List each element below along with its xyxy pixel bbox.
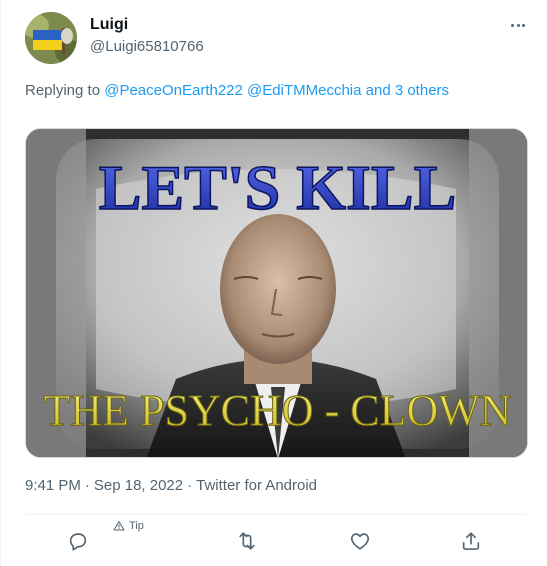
retweet-button[interactable] bbox=[232, 526, 262, 556]
share-button[interactable] bbox=[456, 526, 486, 556]
image-canvas: LET'S KILL THE PSYCHO - CLOWN bbox=[26, 129, 527, 457]
tweet-source[interactable]: Twitter for Android bbox=[196, 477, 317, 494]
more-dot bbox=[516, 23, 520, 27]
tweet-image[interactable]: LET'S KILL THE PSYCHO - CLOWN bbox=[25, 128, 528, 458]
reply-icon bbox=[69, 533, 87, 551]
heart-icon bbox=[350, 533, 370, 550]
user-handle[interactable]: @Luigi65810766 bbox=[90, 37, 204, 57]
more-dot bbox=[521, 23, 525, 27]
tweet-time[interactable]: 9:41 PM bbox=[25, 477, 81, 494]
author-names: Luigi @Luigi65810766 bbox=[90, 15, 204, 57]
reply-prefix: Replying to bbox=[25, 82, 105, 99]
avatar-ukraine-flag-icon bbox=[25, 12, 77, 64]
caption-top: LET'S KILL bbox=[99, 152, 457, 223]
avatar[interactable] bbox=[25, 12, 77, 64]
tweet-card: Luigi @Luigi65810766 Replying to @PeaceO… bbox=[0, 0, 547, 566]
mention-link-2[interactable]: @EdiTMMecchia bbox=[247, 82, 361, 99]
reply-context: Replying to @PeaceOnEarth222 @EdiTMMecch… bbox=[25, 81, 449, 101]
tip-icon bbox=[113, 521, 125, 531]
more-dots-icon bbox=[511, 23, 515, 27]
share-icon bbox=[462, 532, 480, 550]
tweet-header: Luigi @Luigi65810766 bbox=[25, 12, 204, 64]
like-button[interactable] bbox=[345, 526, 375, 556]
separator: · bbox=[187, 477, 193, 494]
others-link[interactable]: and 3 others bbox=[366, 82, 449, 99]
action-bar: Tip bbox=[25, 516, 527, 566]
more-options-button[interactable] bbox=[507, 18, 529, 32]
tweet-date[interactable]: Sep 18, 2022 bbox=[94, 477, 183, 494]
reply-button[interactable] bbox=[63, 526, 93, 556]
divider bbox=[25, 514, 527, 515]
caption-bottom: THE PSYCHO - CLOWN bbox=[43, 386, 511, 435]
retweet-icon bbox=[239, 532, 255, 550]
tweet-meta: 9:41 PM · Sep 18, 2022 · Twitter for Android bbox=[25, 476, 317, 496]
separator: · bbox=[84, 477, 90, 494]
mention-link-1[interactable]: @PeaceOnEarth222 bbox=[104, 82, 243, 99]
tip-button[interactable]: Tip bbox=[113, 520, 144, 532]
tip-label: Tip bbox=[129, 520, 144, 532]
display-name[interactable]: Luigi bbox=[90, 15, 204, 35]
